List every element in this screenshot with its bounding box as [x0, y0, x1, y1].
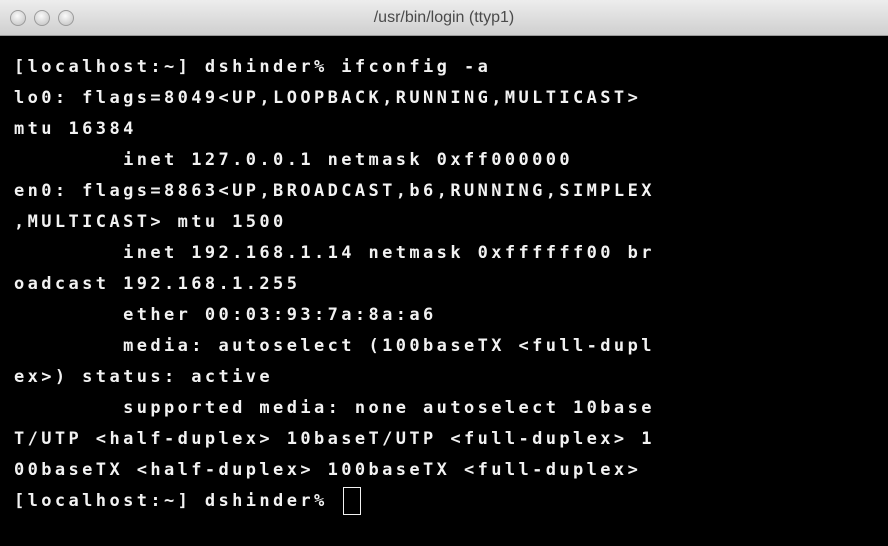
window-title: /usr/bin/login (ttyp1): [373, 9, 515, 26]
terminal-line: oadcast 192.168.1.255: [14, 274, 301, 294]
terminal-prompt-line[interactable]: [localhost:~] dshinder%: [14, 486, 888, 517]
terminal-line: en0: flags=8863<UP,BROADCAST,b6,RUNNING,…: [14, 181, 655, 201]
terminal-line: mtu 16384: [14, 119, 137, 139]
terminal-prompt: [localhost:~] dshinder%: [14, 491, 342, 511]
terminal-line: ex>) status: active: [14, 367, 274, 387]
terminal-line: supported media: none autoselect 10base: [14, 398, 655, 418]
terminal-line: media: autoselect (100baseTX <full-dupl: [14, 336, 655, 356]
terminal-output[interactable]: [localhost:~] dshinder% ifconfig -a lo0:…: [14, 52, 888, 546]
terminal-line: inet 127.0.0.1 netmask 0xff000000: [14, 150, 574, 170]
title-bar[interactable]: /usr/bin/login (ttyp1): [0, 0, 888, 36]
terminal-line: [localhost:~] dshinder% ifconfig -a: [14, 57, 492, 77]
terminal-line: 00baseTX <half-duplex> 100baseTX <full-d…: [14, 460, 642, 480]
text-cursor: [343, 487, 362, 515]
terminal-window: /usr/bin/login (ttyp1) [localhost:~] dsh…: [0, 0, 888, 546]
terminal-line: T/UTP <half-duplex> 10baseT/UTP <full-du…: [14, 429, 655, 449]
terminal-line: inet 192.168.1.14 netmask 0xffffff00 br: [14, 243, 655, 263]
terminal-line: ,MULTICAST> mtu 1500: [14, 212, 287, 232]
terminal-line: ether 00:03:93:7a:8a:a6: [14, 305, 437, 325]
terminal-line: lo0: flags=8049<UP,LOOPBACK,RUNNING,MULT…: [14, 88, 642, 108]
